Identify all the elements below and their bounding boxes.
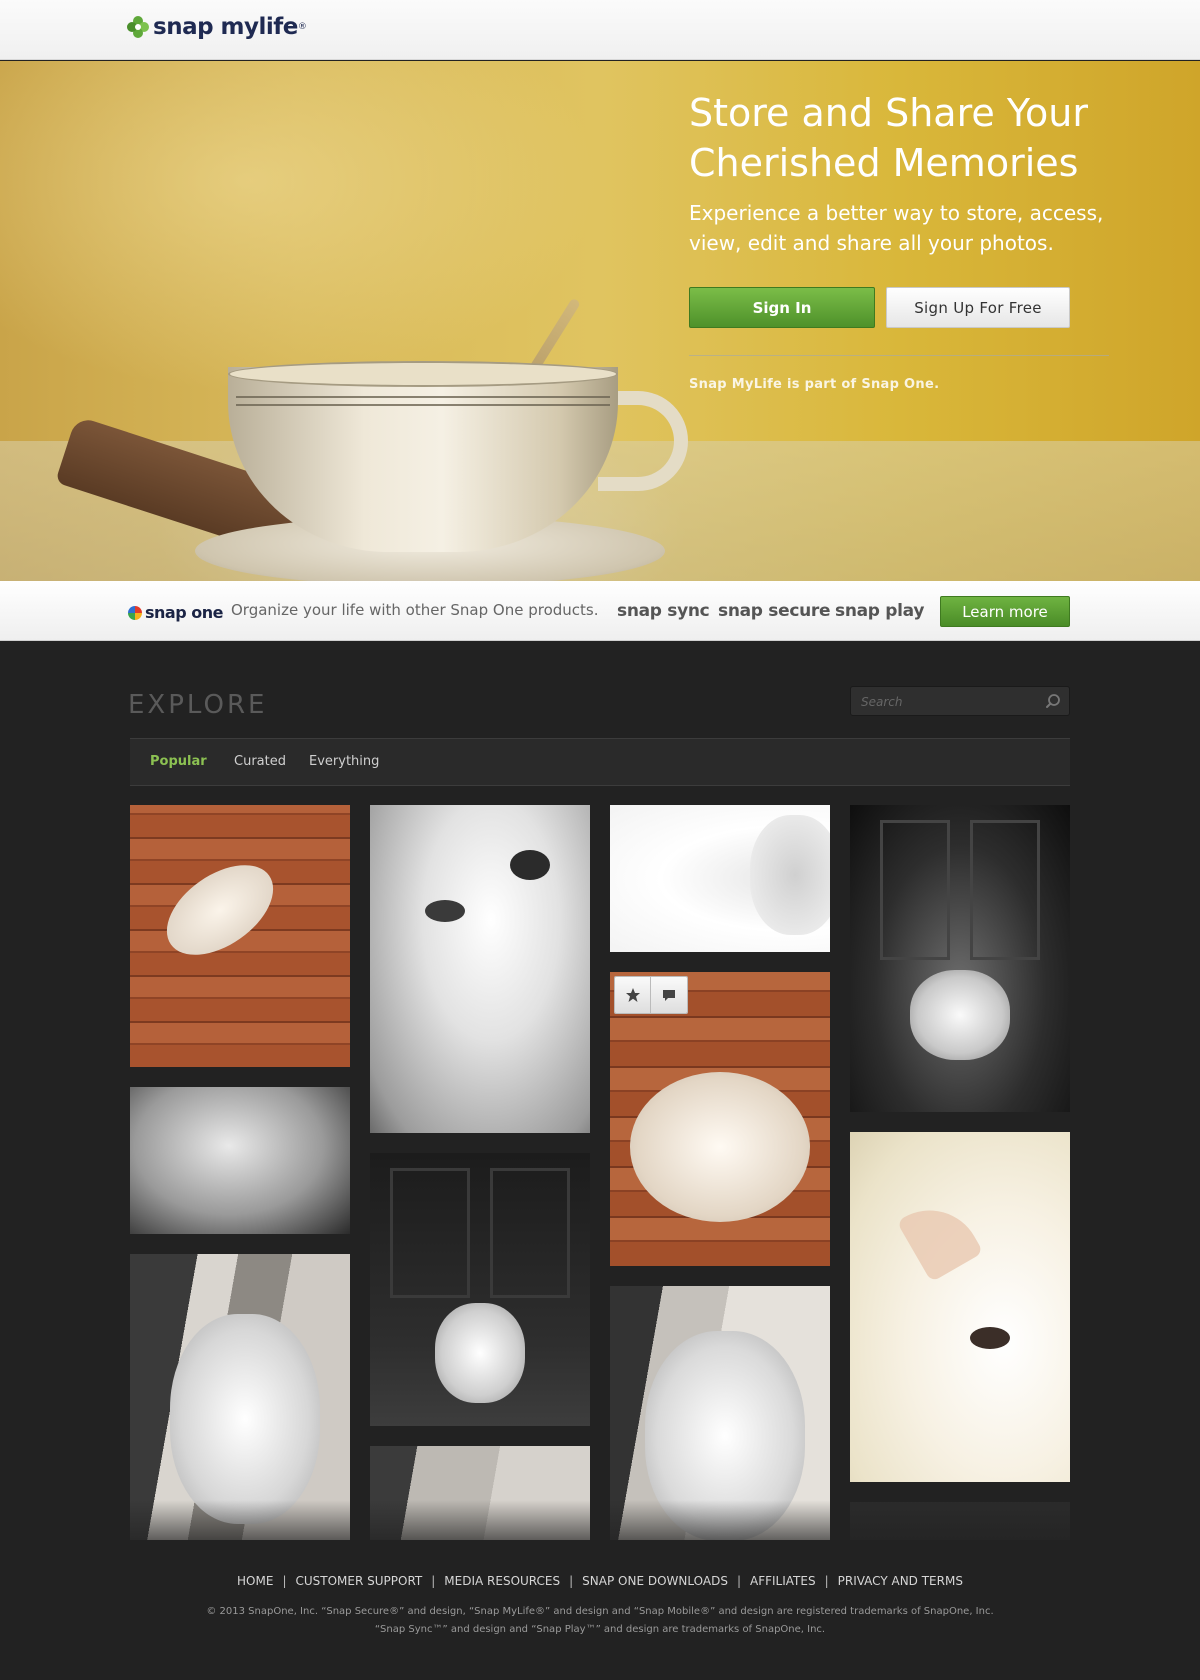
hero-teacup-pattern: [236, 396, 610, 406]
footer-link-home[interactable]: HOME: [237, 1574, 273, 1588]
sign-up-button[interactable]: Sign Up For Free: [886, 287, 1070, 328]
hero-copy: Store and Share Your Cherished Memories …: [689, 88, 1109, 258]
snap-play-link[interactable]: snap play: [835, 601, 924, 621]
footer-separator: |: [431, 1574, 436, 1588]
photo-tile-cat-profile-white[interactable]: [610, 805, 830, 952]
footer-link-affiliates[interactable]: AFFILIATES: [750, 1574, 816, 1588]
footer-legal-line-1: © 2013 SnapOne, Inc. “Snap Secure®” and …: [206, 1606, 994, 1617]
footer-separator: |: [282, 1574, 287, 1588]
hero-teacup-rim: [228, 361, 618, 387]
comment-icon: [663, 990, 675, 1001]
photo-tile-cat-door-vignette[interactable]: [850, 805, 1070, 1112]
favorite-button[interactable]: [615, 977, 651, 1013]
snap-sync-link[interactable]: snap sync: [617, 601, 710, 621]
hero-buttons: Sign In Sign Up For Free: [689, 287, 1070, 328]
hero-subtitle: Experience a better way to store, access…: [689, 201, 1104, 255]
search-box: [850, 686, 1070, 716]
logo-registered-mark: ®: [297, 22, 307, 32]
snap-mylife-logo[interactable]: snap mylife ®: [127, 14, 307, 40]
logo-text: snap mylife: [153, 14, 298, 40]
search-icon[interactable]: [1045, 693, 1061, 709]
snap-one-flower-icon: [128, 605, 142, 620]
snap-one-strip: snap one Organize your life with other S…: [0, 581, 1200, 641]
search-input[interactable]: [861, 693, 1031, 711]
footer-link-privacy-and-terms[interactable]: PRIVACY AND TERMS: [838, 1574, 963, 1588]
photo-tile-cat-face-warm[interactable]: [850, 1132, 1070, 1482]
footer-legal: © 2013 SnapOne, Inc. “Snap Secure®” and …: [0, 1603, 1200, 1639]
hero-divider: [689, 355, 1109, 356]
photo-tile-actions: [614, 976, 688, 1014]
hero-note: Snap MyLife is part of Snap One.: [689, 377, 940, 392]
snap-one-logo[interactable]: snap one: [128, 603, 223, 622]
footer-separator: |: [824, 1574, 829, 1588]
footer-separator: |: [569, 1574, 574, 1588]
footer-legal-line-2: “Snap Sync™” and design and “Snap Play™”…: [374, 1624, 826, 1635]
explore-heading: EXPLORE: [128, 690, 268, 720]
photo-tile-cat-face-bw[interactable]: [370, 805, 590, 1133]
grid-fade-overlay: [130, 1500, 1070, 1560]
footer-link-media-resources[interactable]: MEDIA RESOURCES: [444, 1574, 560, 1588]
tab-curated[interactable]: Curated: [234, 754, 286, 769]
photo-tile-cat-curled-on-floor[interactable]: [610, 972, 830, 1266]
snap-secure-link[interactable]: snap secure: [718, 601, 831, 621]
footer-separator: |: [736, 1574, 741, 1588]
hero-title-line-1: Store and Share Your: [689, 91, 1088, 135]
footer-link-snap-one-downloads[interactable]: SNAP ONE DOWNLOADS: [582, 1574, 728, 1588]
hero-title-line-2: Cherished Memories: [689, 141, 1079, 185]
top-header: snap mylife ®: [0, 0, 1200, 60]
sign-in-button[interactable]: Sign In: [689, 287, 875, 328]
snap-one-logo-text: snap one: [145, 603, 223, 622]
snap-mylife-flower-icon: [127, 16, 149, 38]
learn-more-button[interactable]: Learn more: [940, 596, 1070, 627]
comment-button[interactable]: [651, 977, 687, 1013]
footer-link-customer-support[interactable]: CUSTOMER SUPPORT: [295, 1574, 422, 1588]
tab-everything[interactable]: Everything: [309, 754, 379, 769]
photo-tile-cat-by-dark-door[interactable]: [370, 1153, 590, 1426]
tab-popular[interactable]: Popular: [150, 754, 207, 769]
hero-title: Store and Share Your Cherished Memories: [689, 88, 1109, 188]
photo-tile-cat-on-wood-floor[interactable]: [130, 805, 350, 1067]
footer-nav: HOME | CUSTOMER SUPPORT | MEDIA RESOURCES | SN…: [0, 1574, 1200, 1588]
explore-tabs: Popular Curated Everything: [130, 738, 1070, 786]
snap-one-tagline: Organize your life with other Snap One p…: [231, 601, 599, 619]
star-icon: [625, 988, 640, 1002]
photo-tile-cat-licking[interactable]: [130, 1254, 350, 1540]
photo-tile-cat-closeup-fur[interactable]: [130, 1087, 350, 1234]
